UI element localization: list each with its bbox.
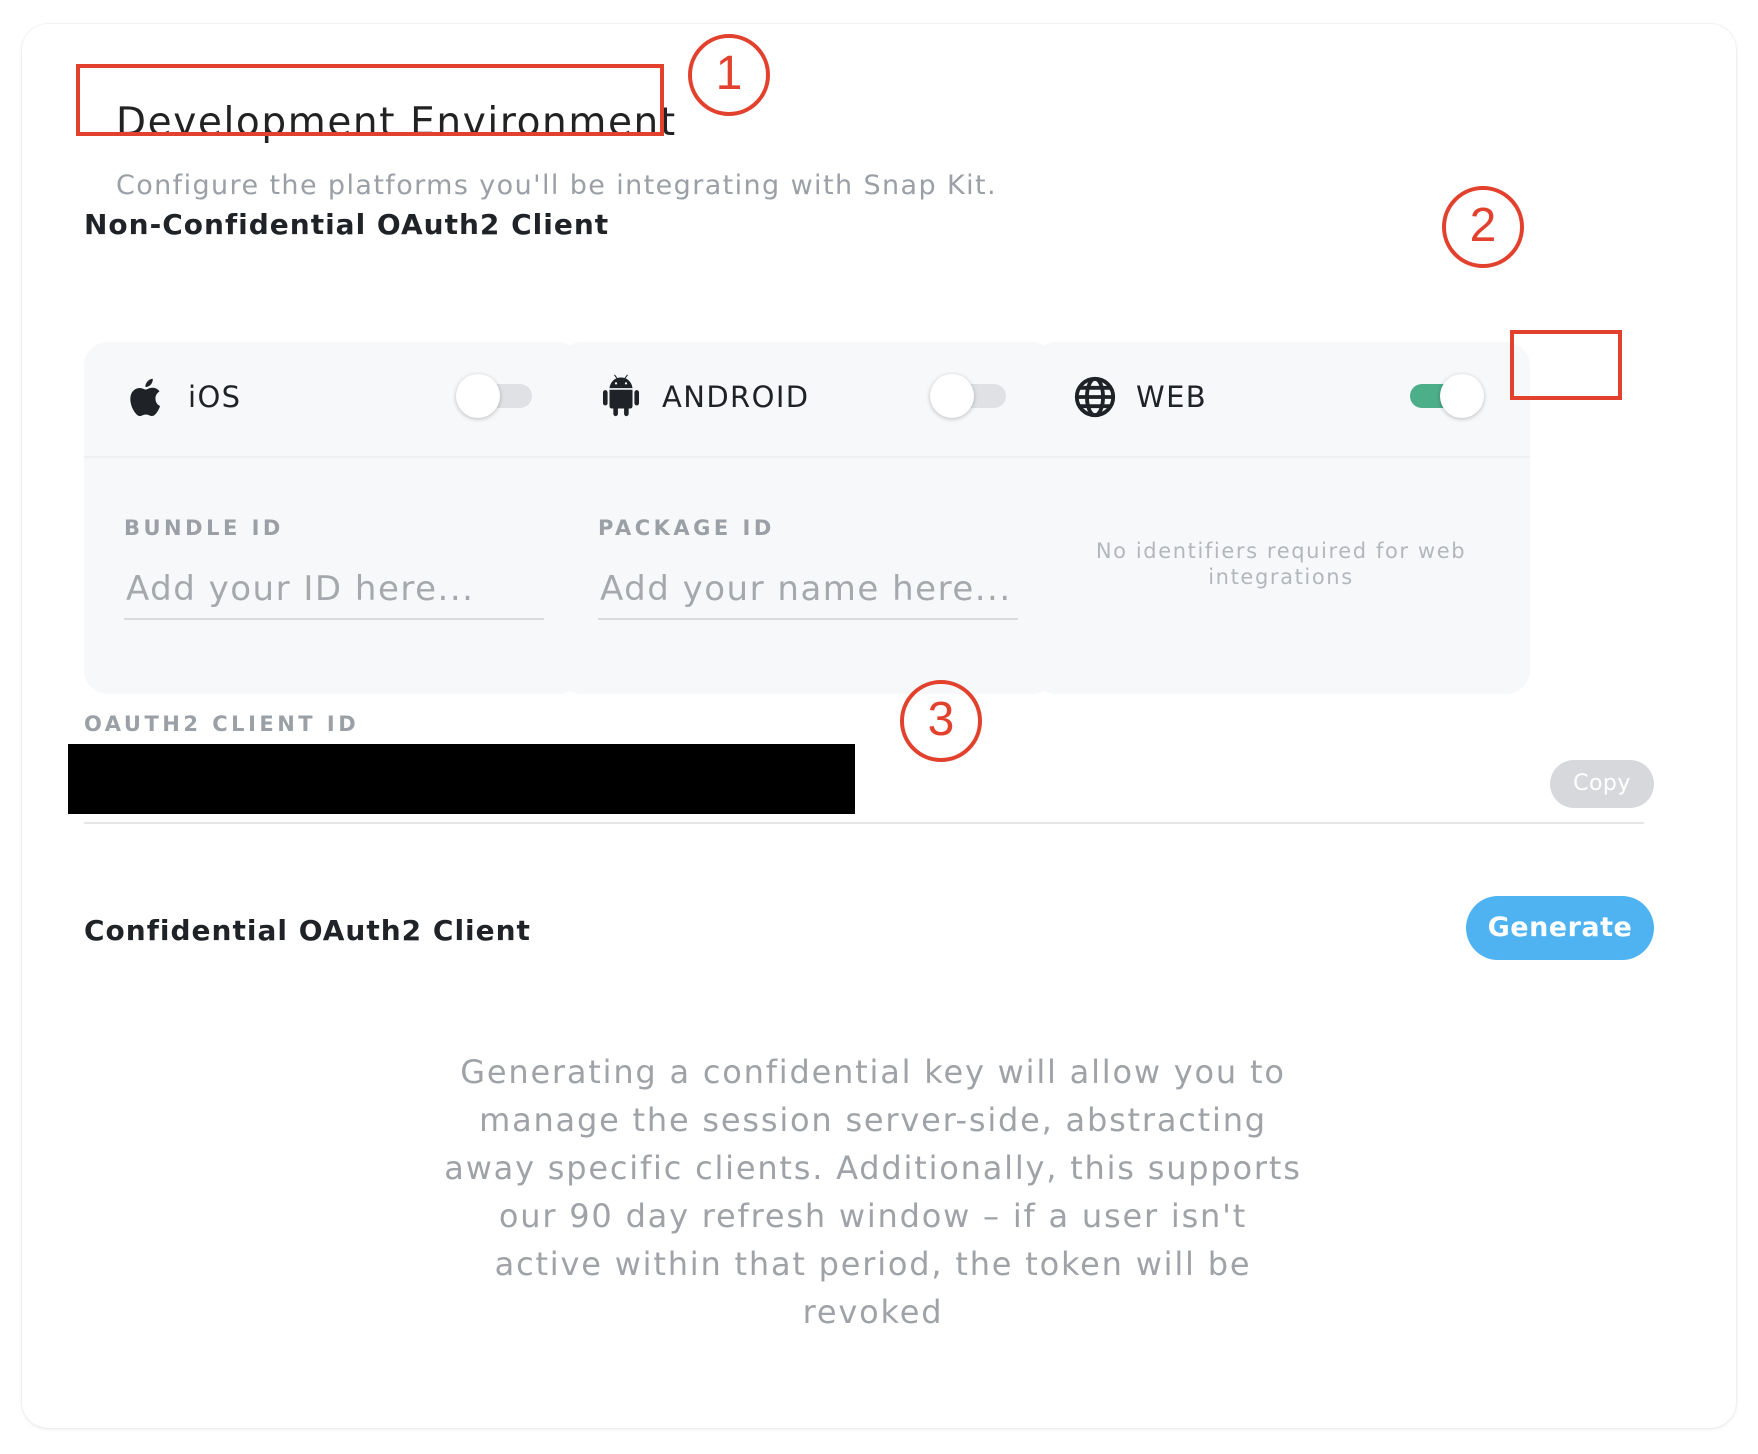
annotation-marker-1: 1 — [688, 34, 770, 116]
platform-card-android: ANDROID PACKAGE ID — [558, 342, 1056, 694]
platform-card-ios: iOS BUNDLE ID — [84, 342, 582, 694]
platform-name-android: ANDROID — [662, 380, 810, 414]
oauth2-client-id-redacted — [68, 744, 855, 814]
web-no-identifiers-note: No identifiers required for web integrat… — [1095, 539, 1467, 589]
platform-name-web: WEB — [1136, 380, 1208, 414]
page-subtitle: Configure the platforms you'll be integr… — [116, 170, 997, 201]
ios-toggle[interactable] — [456, 372, 536, 420]
annotation-box-title — [76, 64, 664, 136]
package-id-input[interactable] — [598, 560, 1018, 620]
generate-button[interactable]: Generate — [1466, 896, 1654, 960]
development-environment-card: Development Environment Configure the pl… — [22, 24, 1736, 1428]
bundle-id-label: BUNDLE ID — [124, 516, 284, 540]
toggle-knob — [456, 374, 500, 418]
android-toggle[interactable] — [930, 372, 1010, 420]
platform-card-header: WEB — [1032, 342, 1530, 458]
annotation-marker-2: 2 — [1442, 186, 1524, 268]
client-id-divider — [84, 822, 1644, 824]
copy-button[interactable]: Copy — [1550, 760, 1654, 808]
bundle-id-input[interactable] — [124, 560, 544, 620]
globe-icon — [1072, 374, 1118, 420]
platform-card-header: ANDROID — [558, 342, 1056, 458]
non-confidential-section-title: Non-Confidential OAuth2 Client — [84, 208, 610, 241]
web-toggle[interactable] — [1404, 372, 1484, 420]
confidential-section-title: Confidential OAuth2 Client — [84, 914, 531, 947]
apple-icon — [124, 374, 170, 420]
oauth2-client-id-label: OAUTH2 CLIENT ID — [84, 712, 360, 736]
platform-name-ios: iOS — [188, 380, 242, 414]
toggle-knob — [930, 374, 974, 418]
annotation-marker-3: 3 — [900, 680, 982, 762]
package-id-label: PACKAGE ID — [598, 516, 775, 540]
annotation-box-web-toggle — [1510, 330, 1622, 400]
platform-card-header: iOS — [84, 342, 582, 458]
confidential-key-description: Generating a confidential key will allow… — [444, 1053, 1302, 1331]
toggle-knob — [1440, 374, 1484, 418]
page: Development Environment Configure the pl… — [0, 0, 1758, 1454]
android-icon — [598, 374, 644, 420]
platform-card-web: WEB No identifiers required for web inte… — [1032, 342, 1530, 694]
